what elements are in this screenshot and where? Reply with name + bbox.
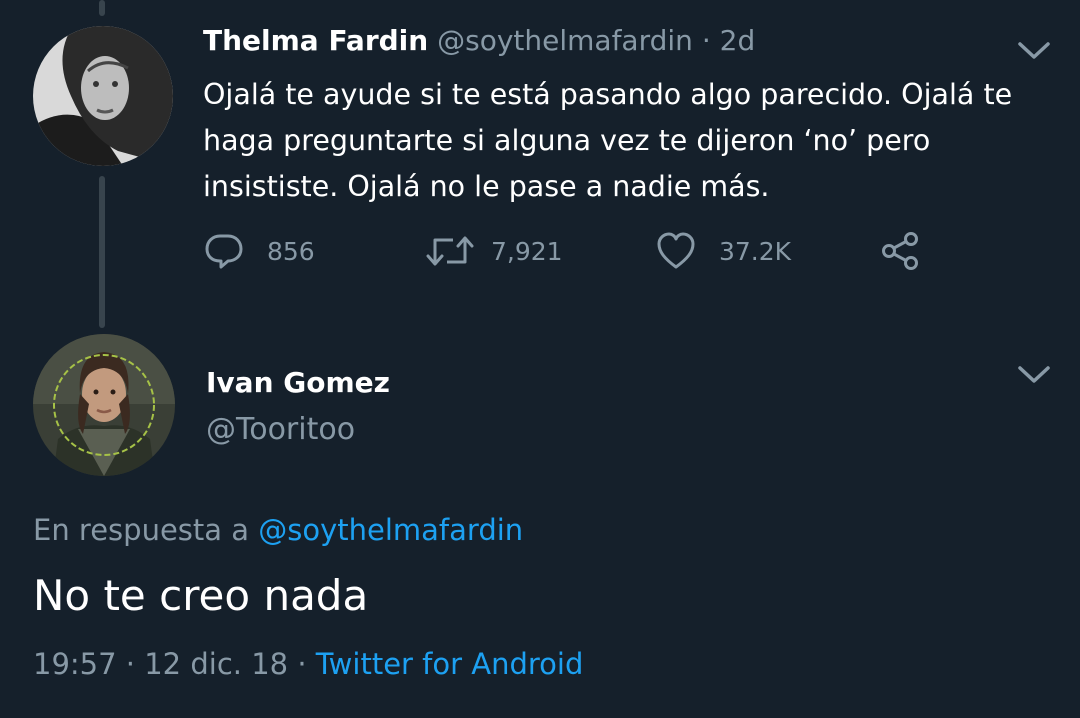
- tweet-meta: 19:57 · 12 dic. 18 · Twitter for Android: [33, 644, 583, 684]
- reply-count: 856: [267, 236, 315, 266]
- avatar[interactable]: [33, 334, 175, 476]
- avatar-photo: [33, 334, 175, 476]
- tweet-time[interactable]: 19:57: [33, 647, 117, 681]
- thread-line-bottom: [99, 176, 105, 328]
- tweet-date[interactable]: 12 dic. 18: [144, 647, 288, 681]
- tweet-text: Ojalá te ayude si te está pasando algo p…: [203, 78, 1013, 203]
- thread-line-top: [99, 0, 105, 16]
- author-handle[interactable]: @soythelmafardin: [437, 24, 693, 57]
- tweet-source[interactable]: Twitter for Android: [316, 647, 584, 681]
- like-button[interactable]: 37.2K: [655, 226, 791, 276]
- chevron-down-icon[interactable]: [1016, 38, 1052, 62]
- in-reply-to-label: En respuesta a: [33, 513, 250, 547]
- retweet-button[interactable]: 7,921: [425, 226, 563, 276]
- tweet-age[interactable]: 2d: [720, 24, 756, 57]
- in-reply-to-mention[interactable]: @soythelmafardin: [258, 513, 523, 547]
- author-name[interactable]: Thelma Fardin: [203, 24, 428, 57]
- reply-button[interactable]: 856: [203, 226, 315, 276]
- tweet-actions: 856 7,921 37.2K: [203, 226, 963, 276]
- retweet-icon: [426, 236, 474, 266]
- in-reply-to: En respuesta a @soythelmafardin: [33, 510, 523, 550]
- reply-icon: [205, 234, 243, 269]
- meta-separator: ·: [125, 647, 136, 681]
- avatar[interactable]: [33, 26, 173, 166]
- retweet-count: 7,921: [491, 236, 563, 266]
- tweet-header: Thelma Fardin @soythelmafardin · 2d: [203, 22, 755, 60]
- reply-author-handle[interactable]: @Tooritoo: [206, 410, 355, 450]
- reply-text: No te creo nada: [33, 571, 369, 620]
- heart-icon: [657, 232, 695, 269]
- header-separator: ·: [701, 24, 711, 57]
- share-button[interactable]: [879, 226, 921, 276]
- avatar-photo: [33, 26, 173, 166]
- reply-author-name[interactable]: Ivan Gomez: [206, 364, 390, 402]
- chevron-down-icon[interactable]: [1016, 362, 1052, 386]
- like-count: 37.2K: [719, 236, 792, 266]
- meta-separator: ·: [297, 647, 307, 681]
- share-icon: [882, 232, 918, 270]
- tweet-thread: Thelma Fardin @soythelmafardin · 2d Ojal…: [0, 0, 1080, 718]
